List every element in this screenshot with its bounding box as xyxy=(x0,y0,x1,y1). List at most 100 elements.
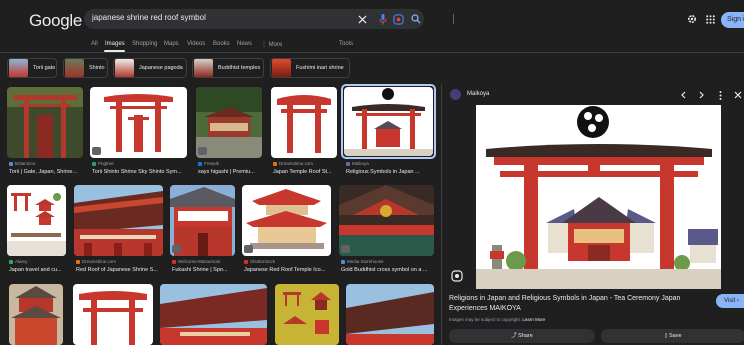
result-source: Freepik xyxy=(198,161,219,166)
tab-shopping[interactable]: Shopping xyxy=(132,41,157,47)
result-image[interactable] xyxy=(196,87,262,158)
chip-label: Buddhist temples xyxy=(218,65,261,71)
site-favicon xyxy=(9,259,13,264)
search-icon[interactable] xyxy=(409,12,423,26)
more-options-icon[interactable] xyxy=(715,90,725,100)
result-image[interactable] xyxy=(90,87,187,158)
result-source: Dreamstime.com xyxy=(273,161,313,166)
site-favicon xyxy=(346,161,350,166)
site-favicon xyxy=(198,161,202,166)
source-label: Dreamstime.com xyxy=(82,259,117,264)
apps-grid-icon[interactable] xyxy=(704,13,716,25)
previous-icon[interactable] xyxy=(678,90,688,100)
source-label: Dreamstime.com xyxy=(279,161,314,166)
site-favicon xyxy=(76,259,80,264)
lens-search-icon[interactable] xyxy=(391,12,405,26)
result-image[interactable] xyxy=(7,185,66,256)
source-label: Maikoya xyxy=(352,161,369,166)
result-source: Alamy xyxy=(9,259,28,264)
tab-news[interactable]: News xyxy=(237,41,252,47)
preview-image[interactable] xyxy=(476,105,721,289)
site-favicon xyxy=(341,259,345,264)
divider xyxy=(453,14,454,24)
result-title[interactable]: Torii Shinto Shrine Sky Shinto Sym... xyxy=(92,169,187,175)
chip-shinto[interactable]: Shinto xyxy=(63,58,108,78)
close-icon[interactable] xyxy=(733,90,743,100)
result-image[interactable] xyxy=(160,284,267,345)
result-source: Maikoya xyxy=(346,161,369,166)
chip-japanese-pagoda[interactable]: Japanese pagoda xyxy=(113,58,187,78)
voice-search-icon[interactable] xyxy=(376,12,390,26)
chip-buddhist-temples[interactable]: Buddhist temples xyxy=(192,58,264,78)
chip-thumbnail xyxy=(9,59,28,77)
result-image[interactable] xyxy=(275,284,339,345)
chip-fushimi-inari-shrine[interactable]: Fushimi inari shrine xyxy=(270,58,350,78)
chip-thumbnail xyxy=(194,59,213,77)
result-image[interactable] xyxy=(242,185,331,256)
chip-label: Fushimi inari shrine xyxy=(296,65,344,71)
result-image[interactable] xyxy=(271,87,337,158)
visit-label: Visit xyxy=(724,298,736,304)
tab-tools[interactable]: Tools xyxy=(339,41,353,47)
result-title[interactable]: says higashi | Premiu... xyxy=(198,169,262,175)
search-input[interactable]: japanese shrine red roof symbol xyxy=(92,13,206,22)
source-label: Freepik xyxy=(204,161,220,166)
result-image[interactable] xyxy=(9,284,63,345)
chevron-right-icon: › xyxy=(736,298,739,304)
source-label: Shutterstock xyxy=(250,259,276,264)
result-title[interactable]: Gold Buddhist cross symbol on a ... xyxy=(341,267,434,273)
visit-button[interactable]: Visit › xyxy=(716,294,744,308)
source-label: Alamy xyxy=(15,259,28,264)
tab-images[interactable]: Images xyxy=(105,41,125,47)
tab-videos[interactable]: Videos xyxy=(187,41,205,47)
result-source: Media Storehouse xyxy=(341,259,384,264)
learn-more-link[interactable]: Learn More xyxy=(522,317,545,322)
result-title[interactable]: Torii | Gate, Japan, Shrine... xyxy=(9,169,83,175)
next-icon[interactable] xyxy=(697,90,707,100)
result-source: Britannica xyxy=(9,161,35,166)
tab-more[interactable]: ⋮ More xyxy=(261,41,282,48)
result-title[interactable]: Japan Temple Roof St... xyxy=(273,169,337,175)
result-source: Welcome-Matsumoto xyxy=(172,259,220,264)
copyright-text: Images may be subject to copyright. xyxy=(449,317,522,322)
result-image[interactable] xyxy=(170,185,235,256)
chip-thumbnail xyxy=(65,59,84,77)
result-image[interactable] xyxy=(339,185,434,256)
result-image[interactable] xyxy=(7,87,83,158)
result-image[interactable] xyxy=(346,284,434,345)
result-source: Dreamstime.com xyxy=(76,259,116,264)
share-button[interactable]: ⤴ Share xyxy=(449,329,595,343)
result-image[interactable] xyxy=(73,284,153,345)
site-favicon xyxy=(273,161,277,166)
google-logo[interactable]: Google xyxy=(29,11,82,31)
chip-label: Shinto xyxy=(89,65,105,71)
result-source: Shutterstock xyxy=(244,259,275,264)
result-image[interactable] xyxy=(344,87,433,156)
settings-icon[interactable] xyxy=(686,13,698,25)
panel-title[interactable]: Religions in Japan and Religious Symbols… xyxy=(449,294,719,313)
site-favicon xyxy=(244,259,248,264)
source-label: Media Storehouse xyxy=(347,259,384,264)
tab-all[interactable]: All xyxy=(91,41,98,47)
chip-torii-gate[interactable]: Torii gate xyxy=(7,58,57,78)
save-button[interactable]: ▯ Save xyxy=(601,329,744,343)
chip-label: Japanese pagoda xyxy=(139,65,183,71)
lens-search-icon[interactable] xyxy=(451,269,463,282)
result-title[interactable]: Japanese Red Roof Temple Ico... xyxy=(244,267,331,273)
panel-site-name[interactable]: Maikoya xyxy=(467,91,489,97)
tab-books[interactable]: Books xyxy=(213,41,230,47)
result-title[interactable]: Fukashi Shrine | Spo... xyxy=(172,267,235,273)
search-box[interactable]: japanese shrine red roof symbol xyxy=(84,9,454,29)
result-title[interactable]: Religious Symbols in Japan ... xyxy=(346,169,433,175)
result-title[interactable]: Red Roof of Japanese Shrine S... xyxy=(76,267,163,273)
chip-label: Torii gate xyxy=(33,65,56,71)
header-divider xyxy=(0,52,744,53)
result-image[interactable] xyxy=(74,185,163,256)
tab-maps[interactable]: Maps xyxy=(164,41,179,47)
copyright-notice: Images may be subject to copyright. Lear… xyxy=(449,317,545,322)
chip-thumbnail xyxy=(272,59,291,77)
sign-in-button[interactable]: Sign in xyxy=(721,12,744,28)
site-favicon xyxy=(92,161,96,166)
result-title[interactable]: Japan travel and cu... xyxy=(9,267,66,273)
clear-icon[interactable] xyxy=(355,12,369,26)
